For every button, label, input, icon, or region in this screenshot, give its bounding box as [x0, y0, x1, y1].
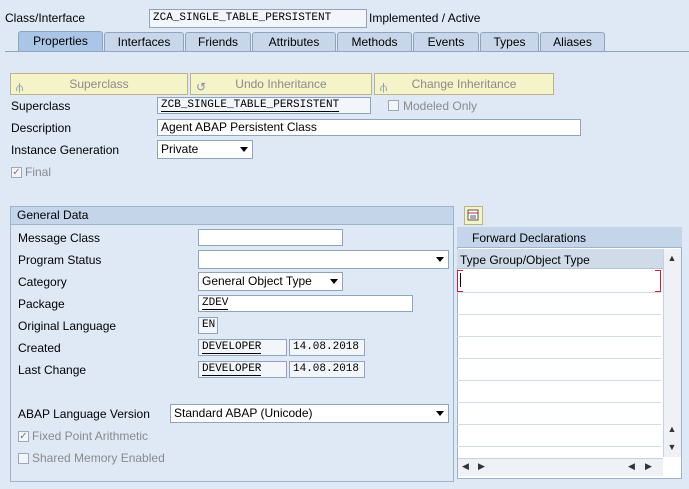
category-label: Category [18, 275, 67, 289]
scroll-up-icon[interactable]: ▲ [666, 423, 678, 435]
category-select[interactable]: General Object Type [198, 272, 343, 291]
undo-inheritance-button[interactable]: ↺ Undo Inheritance [190, 73, 372, 95]
class-name-field[interactable]: ZCA_SINGLE_TABLE_PERSISTENT [149, 9, 367, 28]
chevron-down-icon [436, 257, 444, 262]
package-label: Package [18, 297, 65, 311]
selection-corner [457, 270, 463, 271]
created-label: Created [18, 341, 61, 355]
tab-methods[interactable]: Methods [337, 32, 412, 51]
superclass-button[interactable]: ⫛ Superclass [10, 73, 188, 95]
scroll-right-icon[interactable]: ▶ [645, 461, 652, 472]
tab-attributes[interactable]: Attributes [252, 32, 336, 51]
last-change-label: Last Change [18, 363, 87, 377]
change-inheritance-icon: ⫛ [380, 80, 388, 94]
scroll-down-icon[interactable]: ▼ [666, 441, 678, 453]
original-language-field[interactable]: EN [198, 317, 218, 334]
table-row [457, 424, 661, 425]
final-checkbox[interactable]: ✓ [11, 167, 22, 178]
superclass-field[interactable]: ZCB_SINGLE_TABLE_PERSISTENT [157, 97, 371, 114]
scroll-right-icon[interactable]: ▶ [478, 461, 485, 472]
class-interface-label: Class/Interface [5, 11, 86, 25]
forward-declarations-title: Forward Declarations [472, 231, 587, 245]
tab-aliases[interactable]: Aliases [540, 32, 605, 51]
fixed-point-checkbox[interactable]: ✓ [18, 431, 29, 442]
scroll-left-icon[interactable]: ◀ [462, 461, 469, 472]
package-field[interactable]: ZDEV [198, 295, 413, 312]
modeled-only-label: Modeled Only [403, 99, 478, 113]
table-row [457, 336, 661, 337]
tab-events[interactable]: Events [413, 32, 479, 51]
scroll-up-icon[interactable]: ▲ [666, 252, 678, 264]
table-row [457, 358, 661, 359]
description-label: Description [11, 121, 72, 135]
table-row[interactable] [457, 270, 661, 292]
forward-details-button[interactable] [464, 206, 483, 225]
table-row [457, 314, 661, 315]
created-user-field[interactable]: DEVELOPER [198, 339, 287, 356]
chevron-down-icon [436, 411, 444, 416]
tab-friends[interactable]: Friends [185, 32, 251, 51]
table-edit-icon [467, 209, 479, 221]
modeled-only-checkbox[interactable] [388, 100, 399, 111]
class-status-text: Implemented / Active [369, 11, 481, 25]
general-data-title: General Data [17, 208, 89, 222]
instance-generation-select[interactable]: Private [157, 140, 253, 159]
text-cursor [460, 273, 461, 287]
shared-memory-checkbox[interactable] [18, 453, 29, 464]
message-class-field[interactable] [198, 229, 343, 246]
description-field[interactable]: Agent ABAP Persistent Class [157, 119, 581, 136]
scroll-left-icon[interactable]: ◀ [628, 461, 635, 472]
table-row [457, 292, 661, 293]
instance-generation-label: Instance Generation [11, 143, 120, 157]
abap-language-version-label: ABAP Language Version [18, 407, 150, 421]
created-date-field[interactable]: 14.08.2018 [289, 339, 365, 356]
abap-language-version-select[interactable]: Standard ABAP (Unicode) [170, 404, 449, 423]
type-group-column-label: Type Group/Object Type [460, 253, 590, 267]
last-change-date-field[interactable]: 14.08.2018 [289, 361, 365, 378]
table-row [457, 380, 661, 381]
tab-properties[interactable]: Properties [18, 31, 103, 52]
table-row [457, 446, 661, 447]
undo-inheritance-icon: ↺ [196, 80, 207, 94]
last-change-user-field[interactable]: DEVELOPER [198, 361, 287, 378]
change-inheritance-button[interactable]: ⫛ Change Inheritance [374, 73, 554, 95]
fixed-point-label: Fixed Point Arithmetic [32, 429, 149, 443]
table-row [457, 402, 661, 403]
original-language-label: Original Language [18, 319, 117, 333]
superclass-icon: ⫛ [16, 80, 24, 94]
tab-interfaces[interactable]: Interfaces [104, 32, 184, 51]
chevron-down-icon [240, 147, 248, 152]
final-label: Final [25, 165, 52, 179]
message-class-label: Message Class [18, 231, 101, 245]
shared-memory-label: Shared Memory Enabled [32, 451, 165, 465]
program-status-label: Program Status [18, 253, 102, 267]
tab-types[interactable]: Types [480, 32, 539, 51]
superclass-label: Superclass [11, 99, 71, 113]
selection-corner [655, 270, 661, 271]
chevron-down-icon [330, 279, 338, 284]
program-status-select[interactable] [198, 250, 449, 269]
